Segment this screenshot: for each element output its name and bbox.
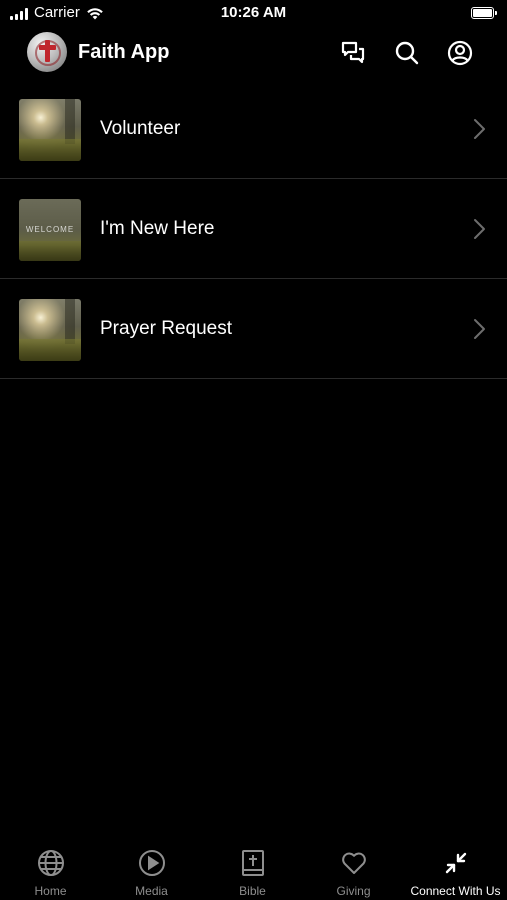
list-item-label: Volunteer xyxy=(100,118,181,139)
app-title: Faith App xyxy=(78,41,170,63)
tab-media[interactable]: Media xyxy=(101,838,202,900)
battery-icon xyxy=(471,7,497,19)
connect-list: Volunteer WELCOME I'm New Here Prayer Re… xyxy=(0,79,507,379)
chevron-right-icon xyxy=(474,119,485,139)
app-header: Faith App xyxy=(0,30,507,76)
tab-bar: Home Media Bible Giving Connect With Us xyxy=(0,838,507,900)
list-item-label: Prayer Request xyxy=(100,318,233,339)
tab-home[interactable]: Home xyxy=(0,838,101,900)
tab-label: Bible xyxy=(239,884,266,898)
list-item-volunteer[interactable]: Volunteer xyxy=(0,79,507,179)
chevron-right-icon xyxy=(474,219,485,239)
account-icon[interactable] xyxy=(445,38,475,68)
search-icon[interactable] xyxy=(392,38,422,68)
list-item-new-here[interactable]: WELCOME I'm New Here xyxy=(0,179,507,279)
bible-icon xyxy=(202,848,303,878)
tab-label: Connect With Us xyxy=(410,884,501,898)
tab-connect-with-us[interactable]: Connect With Us xyxy=(404,838,507,900)
prayer-request-thumbnail xyxy=(19,299,81,361)
tab-label: Home xyxy=(34,884,67,898)
app-logo[interactable] xyxy=(27,32,67,72)
tab-giving[interactable]: Giving xyxy=(303,838,404,900)
tab-label: Media xyxy=(135,884,168,898)
tab-bible[interactable]: Bible xyxy=(202,838,303,900)
thumbnail-text: WELCOME xyxy=(25,225,75,234)
welcome-thumbnail: WELCOME xyxy=(19,199,81,261)
heart-icon xyxy=(303,848,404,878)
volunteer-thumbnail xyxy=(19,99,81,161)
chat-icon[interactable] xyxy=(338,38,368,68)
chevron-right-icon xyxy=(474,319,485,339)
status-time: 10:26 AM xyxy=(220,4,287,21)
compress-arrows-icon xyxy=(404,848,507,878)
status-bar: Carrier 10:26 AM xyxy=(0,0,507,28)
globe-icon xyxy=(0,848,101,878)
list-item-prayer-request[interactable]: Prayer Request xyxy=(0,279,507,379)
list-item-label: I'm New Here xyxy=(100,218,215,239)
play-icon xyxy=(101,848,202,878)
tab-label: Giving xyxy=(336,884,371,898)
